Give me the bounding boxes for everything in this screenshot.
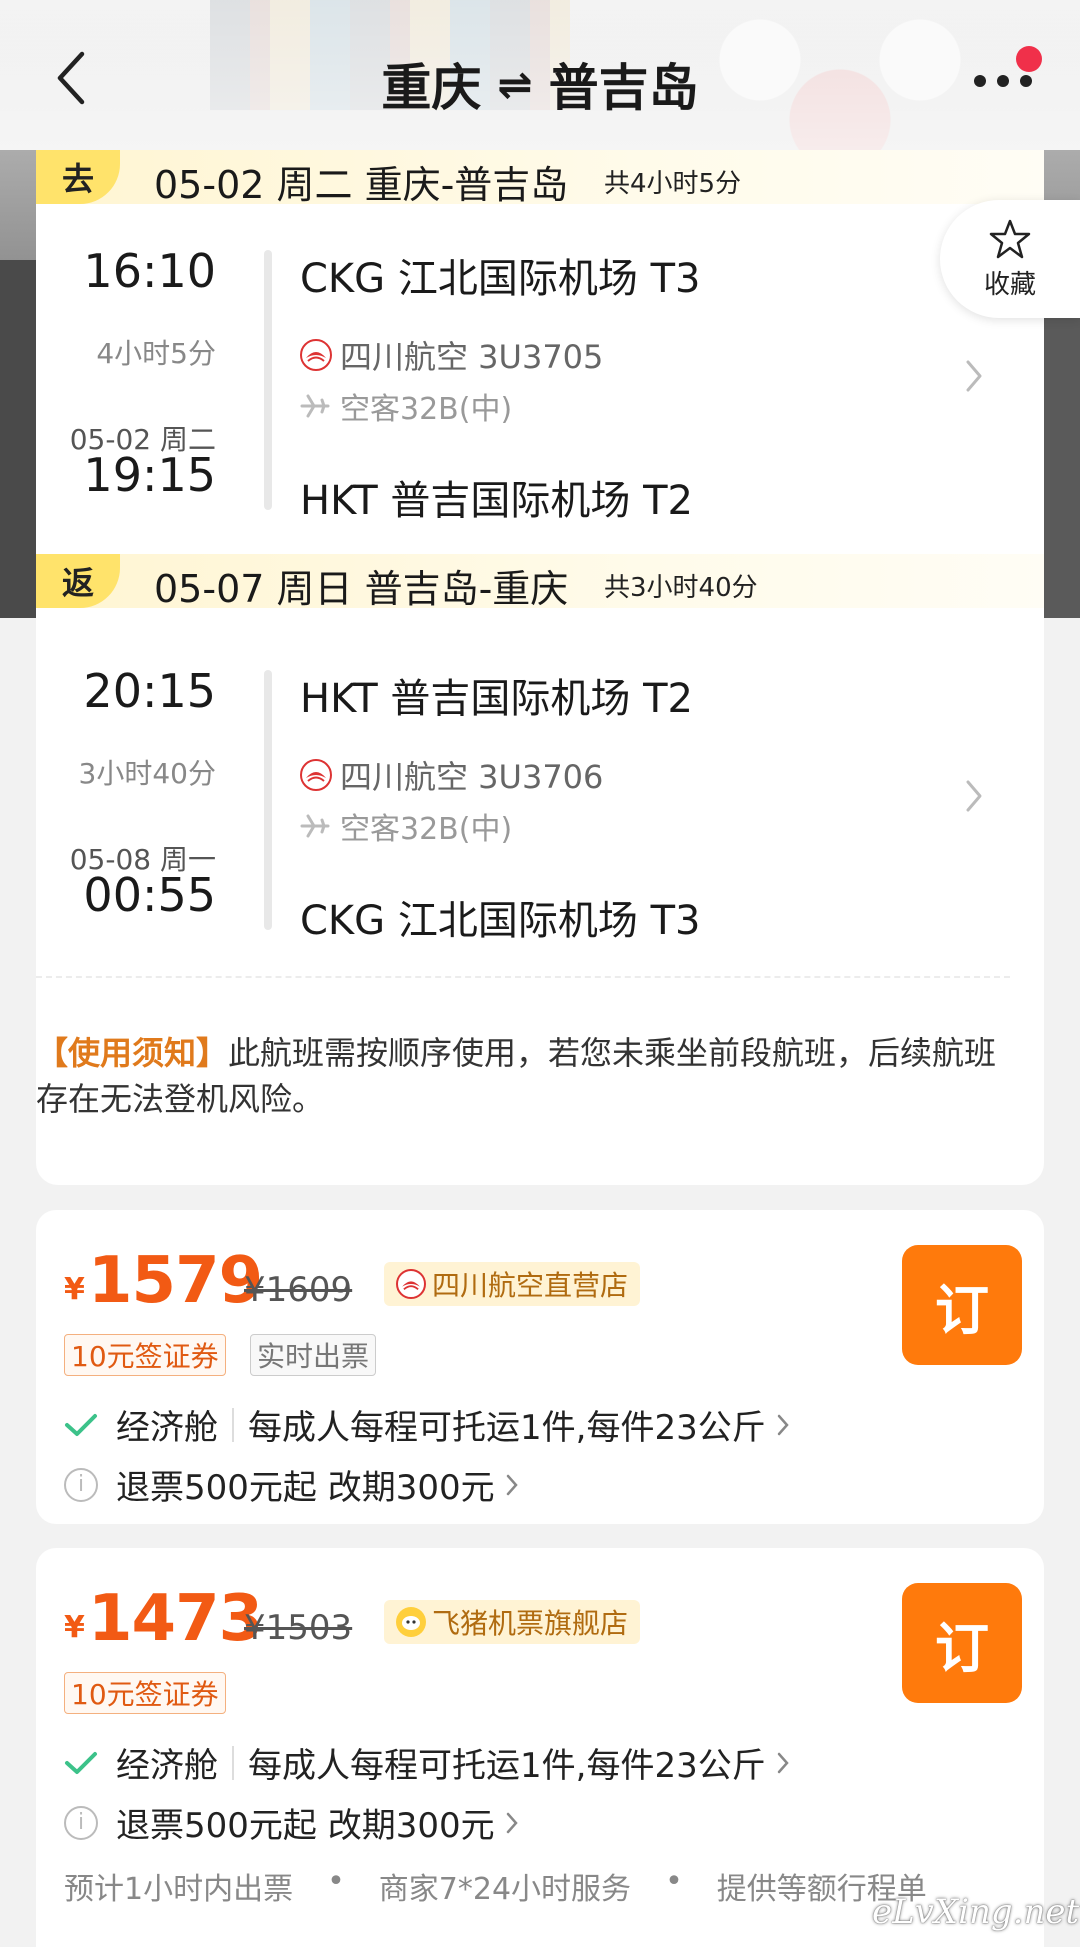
visa-coupon-tag: 10元签证券: [64, 1672, 226, 1714]
refund-row[interactable]: i 退票500元起 改期300元: [64, 1460, 519, 1509]
offer-card[interactable]: ¥ 1579 ¥1609 四川航空直营店 10元签证券 实时出票 经济舱 每成人…: [36, 1210, 1044, 1524]
return-dep-airport: HKT 普吉国际机场 T2: [300, 676, 693, 722]
offer-card[interactable]: ¥ 1473 ¥1503 飞猪机票旗舰店 10元签证券 经济舱 每成人每程可托运…: [36, 1548, 1044, 1947]
flight-itinerary-card: 去 05-02 周二 重庆-普吉岛 共4小时5分 16:10 4小时5分 05-…: [36, 150, 1044, 1185]
title-from: 重庆: [381, 59, 482, 117]
return-flight[interactable]: 20:15 3小时40分 05-08 周一 00:55 HKT 普吉国际机场 T…: [36, 656, 1044, 944]
footer-bullet: •: [327, 1864, 345, 1899]
chevron-right-icon: [506, 1812, 518, 1833]
separator: [232, 1407, 234, 1442]
outbound-airline-text: 四川航空 3U3705: [340, 338, 604, 376]
title-to: 普吉岛: [548, 59, 699, 117]
more-dot-icon: [1020, 75, 1032, 87]
instant-ticket-tag: 实时出票: [250, 1334, 377, 1376]
outbound-dep-airport: CKG 江北国际机场 T3: [300, 256, 701, 302]
shop-badge[interactable]: 四川航空直营店: [384, 1262, 641, 1306]
book-button[interactable]: 订: [902, 1245, 1022, 1365]
footer-item: 预计1小时内出票: [64, 1872, 294, 1907]
return-aircraft: 空客32B(中): [300, 804, 512, 848]
return-airline-text: 四川航空 3U3706: [340, 758, 604, 796]
watermark: eLvXing.net: [872, 1892, 1080, 1932]
outbound-header: 去 05-02 周二 重庆-普吉岛 共4小时5分: [36, 150, 1044, 207]
more-dot-icon: [997, 75, 1009, 87]
price-currency: ¥: [64, 1272, 85, 1307]
page-title: 重庆 ⇌ 普吉岛: [0, 48, 1080, 120]
shop-badge[interactable]: 飞猪机票旗舰店: [384, 1600, 641, 1644]
footer-bullet: •: [665, 1864, 683, 1899]
notice-label: 【使用须知】: [36, 1034, 229, 1072]
chevron-right-icon: [966, 780, 982, 812]
sichuan-airlines-icon: [396, 1269, 426, 1299]
sichuan-airlines-icon: [300, 759, 332, 791]
baggage-row[interactable]: 经济舱 每成人每程可托运1件,每件23公斤: [64, 1400, 790, 1449]
baggage-info: 每成人每程可托运1件,每件23公斤: [248, 1408, 766, 1448]
refund-info: 退票500元起 改期300元: [116, 1468, 495, 1508]
outbound-total-duration: 共4小时5分: [604, 169, 742, 199]
return-aircraft-text: 空客32B(中): [340, 812, 513, 847]
refund-row[interactable]: i 退票500元起 改期300元: [64, 1798, 519, 1847]
separator: [232, 1745, 234, 1780]
outbound-tag: 去: [36, 150, 120, 204]
outbound-dep-time: 16:10: [83, 244, 216, 298]
favorite-label: 收藏: [983, 269, 1036, 300]
offer-old-price: ¥1503: [244, 1608, 353, 1648]
outbound-arr-airport: HKT 普吉国际机场 T2: [300, 478, 693, 524]
info-icon: i: [64, 1805, 98, 1840]
chevron-right-icon: [777, 1414, 789, 1435]
chevron-right-icon: [966, 360, 982, 392]
photo-left-edge: [0, 260, 40, 618]
plane-icon: [300, 394, 330, 418]
outbound-airline: 四川航空 3U3705: [300, 332, 603, 378]
cabin-class: 经济舱: [116, 1746, 218, 1786]
outbound-aircraft-text: 空客32B(中): [340, 392, 513, 427]
visa-coupon-tag: 10元签证券: [64, 1334, 226, 1376]
top-bar: 重庆 ⇌ 普吉岛: [0, 0, 1080, 150]
check-icon: [65, 1413, 97, 1436]
baggage-row[interactable]: 经济舱 每成人每程可托运1件,每件23公斤: [64, 1738, 790, 1787]
more-dot-icon: [974, 75, 986, 87]
outbound-flight[interactable]: 16:10 4小时5分 05-02 周二 19:15 CKG 江北国际机场 T3…: [36, 236, 1044, 524]
return-header: 返 05-07 周日 普吉岛-重庆 共3小时40分: [36, 554, 1044, 611]
return-arr-time: 00:55: [83, 868, 216, 922]
shop-name: 飞猪机票旗舰店: [432, 1607, 629, 1640]
timeline-line: [264, 250, 272, 510]
offer-price: 1473: [88, 1582, 263, 1656]
offer-old-price: ¥1609: [244, 1270, 353, 1310]
return-dep-time: 20:15: [83, 664, 216, 718]
chevron-right-icon: [777, 1752, 789, 1773]
return-duration: 3小时40分: [78, 757, 216, 790]
return-total-duration: 共3小时40分: [604, 573, 758, 603]
outbound-duration: 4小时5分: [96, 337, 216, 370]
return-airline: 四川航空 3U3706: [300, 752, 603, 798]
price-currency: ¥: [64, 1610, 85, 1645]
offer-price: 1579: [88, 1244, 263, 1318]
fliggy-icon: [396, 1607, 426, 1637]
timeline-line: [264, 670, 272, 930]
footer-item: 商家7*24小时服务: [378, 1872, 632, 1907]
return-date-route: 05-07 周日 普吉岛-重庆: [154, 567, 569, 611]
plane-icon: [300, 814, 330, 838]
divider: [36, 976, 1010, 978]
check-icon: [65, 1751, 97, 1774]
sichuan-airlines-icon: [300, 339, 332, 371]
shop-name: 四川航空直营店: [432, 1269, 629, 1302]
cabin-class: 经济舱: [116, 1408, 218, 1448]
baggage-info: 每成人每程可托运1件,每件23公斤: [248, 1746, 766, 1786]
info-icon: i: [64, 1467, 98, 1502]
outbound-aircraft: 空客32B(中): [300, 384, 512, 428]
swap-icon: ⇌: [497, 59, 533, 109]
star-icon: [989, 219, 1031, 258]
service-footer: 预计1小时内出票 • 商家7*24小时服务 • 提供等额行程单: [64, 1864, 927, 1908]
book-button[interactable]: 订: [902, 1583, 1022, 1703]
return-tag: 返: [36, 554, 120, 608]
notification-dot: [1016, 46, 1042, 72]
chevron-right-icon: [506, 1474, 518, 1495]
outbound-date-route: 05-02 周二 重庆-普吉岛: [154, 163, 569, 207]
outbound-arr-time: 19:15: [83, 448, 216, 502]
refund-info: 退票500元起 改期300元: [116, 1806, 495, 1846]
favorite-button[interactable]: 收藏: [940, 200, 1080, 318]
return-arr-airport: CKG 江北国际机场 T3: [300, 898, 701, 944]
usage-notice: 【使用须知】此航班需按顺序使用，若您未乘坐前段航班，后续航班存在无法登机风险。: [36, 1030, 1016, 1122]
